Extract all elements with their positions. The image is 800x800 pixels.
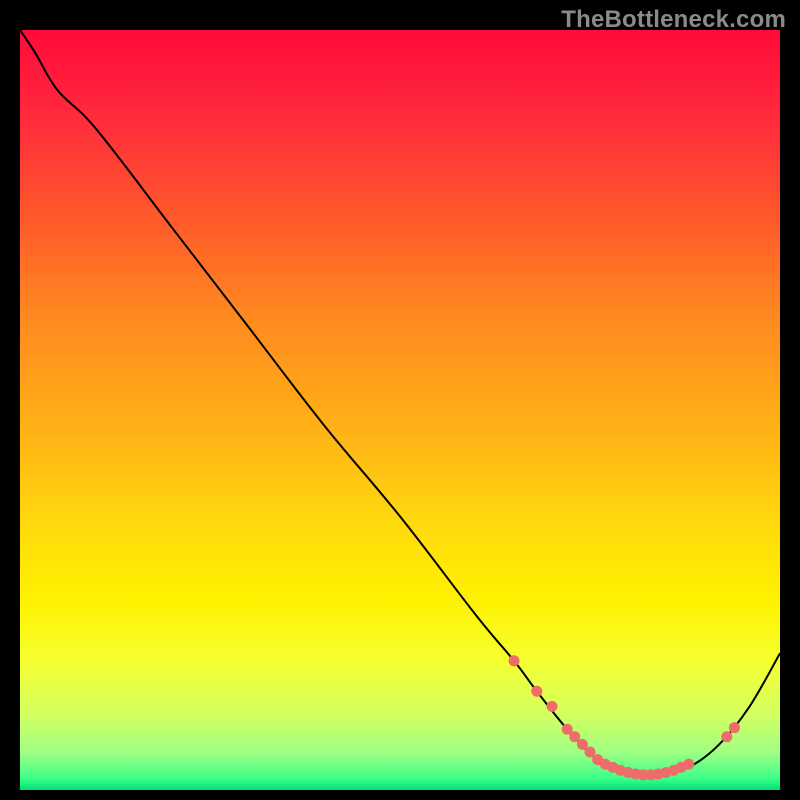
chart-canvas xyxy=(0,0,800,800)
highlight-dot xyxy=(509,655,520,666)
highlight-dot xyxy=(531,686,542,697)
watermark-label: TheBottleneck.com xyxy=(561,6,786,34)
highlight-dot xyxy=(547,701,558,712)
highlight-dot xyxy=(683,759,694,770)
highlight-dot xyxy=(729,722,740,733)
chart-background xyxy=(20,30,780,790)
highlight-dot xyxy=(721,731,732,742)
